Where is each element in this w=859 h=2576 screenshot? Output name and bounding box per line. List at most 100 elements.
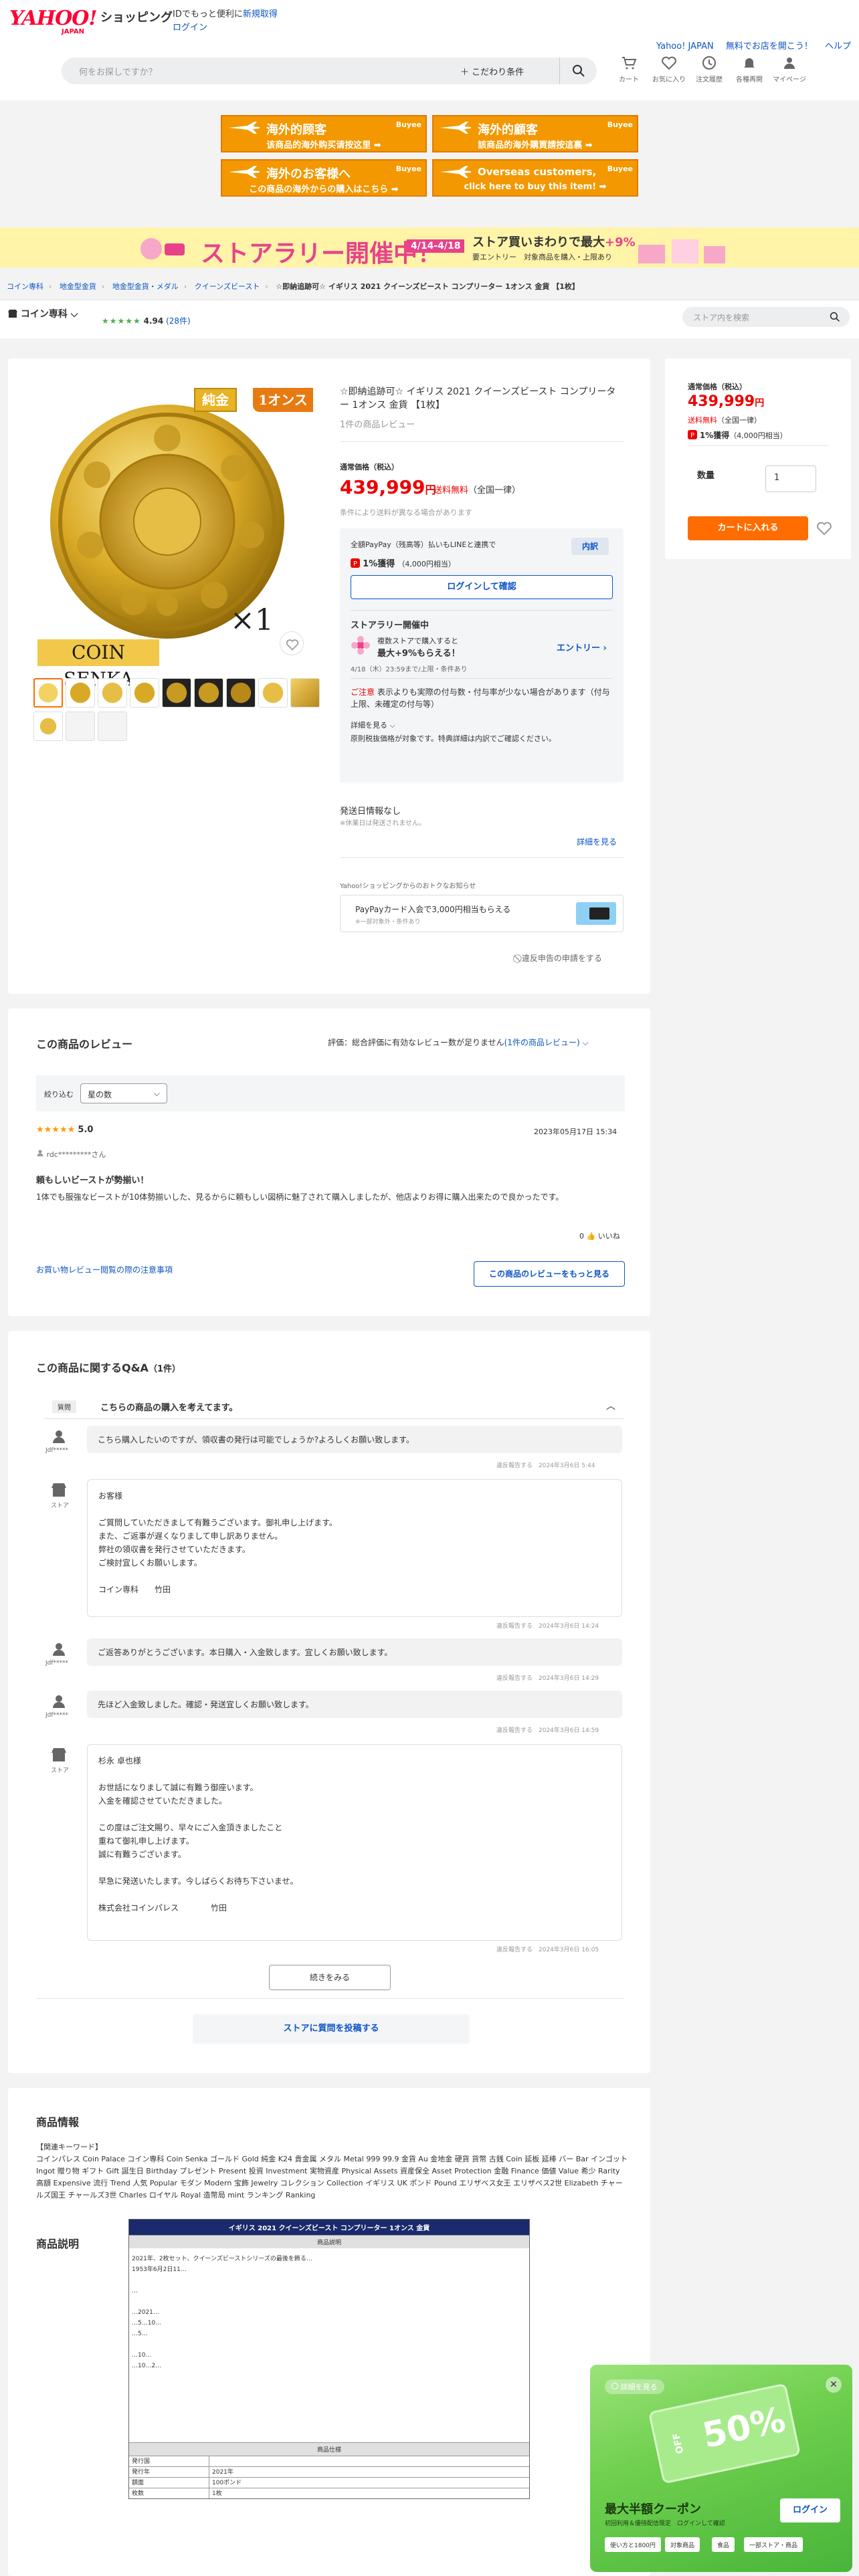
search-condition-button[interactable]: ＋ こだわり条件 bbox=[460, 65, 524, 78]
thumbnail[interactable] bbox=[98, 712, 127, 741]
store-search-input[interactable]: ストア内を検索 bbox=[682, 307, 850, 327]
points-box: 全額PayPay（残高等）払いもLINEと連携で 内訳 P 1%獲得 （4,00… bbox=[340, 528, 624, 782]
signup-link[interactable]: 新規取得 bbox=[243, 9, 278, 19]
add-to-cart-button[interactable]: カートに入れる bbox=[688, 516, 808, 540]
heart-icon[interactable] bbox=[816, 520, 832, 536]
breadcrumb-item[interactable]: 地金型金貨・メダル bbox=[112, 282, 179, 291]
reviews-summary-link[interactable]: (1件の商品レビュー) bbox=[504, 1038, 580, 1047]
thumbnail[interactable] bbox=[226, 678, 256, 708]
thumbnail[interactable] bbox=[66, 712, 95, 741]
badge-pure-gold: 純金 bbox=[194, 388, 237, 412]
divider bbox=[36, 1998, 625, 1999]
thumbnail[interactable] bbox=[98, 678, 127, 708]
qa-meta: 違反報告する 2024年3月6日 14:29 bbox=[496, 1675, 599, 1682]
history-link[interactable]: 注文履歴 bbox=[689, 55, 729, 84]
buyee-banner-ja[interactable]: 海外のお客様へ Buyee この商品の海外からの購入はこちら ➡ bbox=[221, 159, 427, 197]
continue-button[interactable]: 続きをみる bbox=[269, 1965, 391, 1990]
thumbnail[interactable] bbox=[194, 678, 223, 708]
thumbnail[interactable] bbox=[258, 678, 288, 708]
description-table: イギリス 2021 クイーンズビースト コンプリーター 1オンス 金貨 商品説明… bbox=[128, 2219, 530, 2499]
store-rally-banner[interactable]: ストアラリー開催中！ 4/14-4/18 ストア買いまわりで最大+9% 要エント… bbox=[0, 227, 859, 267]
ship-detail-link[interactable]: 詳細を見る bbox=[577, 836, 617, 847]
mypage-link[interactable]: マイページ bbox=[769, 55, 809, 84]
header-right-links: Yahoo! JAPAN 無料でお店を開こう！ ヘルプ bbox=[647, 39, 851, 51]
coupon-chip[interactable]: 対象商品 bbox=[665, 2537, 700, 2552]
more-reviews-button[interactable]: この商品のレビューをもっと見る bbox=[474, 1261, 625, 1287]
post-question-button[interactable]: ストアに質問を投稿する bbox=[193, 2014, 470, 2044]
review-rating: ★★★★★ 5.0 bbox=[36, 1125, 93, 1135]
price-note: 条件により送料が異なる場合があります bbox=[340, 508, 472, 517]
open-store-link[interactable]: 無料でお店を開こう！ bbox=[726, 41, 813, 51]
coupon-chip[interactable]: 食品 bbox=[712, 2537, 735, 2552]
rally-title: ストアラリー開催中！ bbox=[201, 240, 442, 267]
like-button[interactable]: 0 👍 いいね bbox=[579, 1230, 620, 1241]
breadcrumb-item[interactable]: クイーンズビースト bbox=[195, 282, 260, 291]
thumbnail[interactable] bbox=[66, 678, 95, 708]
login-link[interactable]: ログイン bbox=[173, 20, 207, 33]
close-icon[interactable]: ✕ bbox=[826, 2377, 842, 2393]
buyee-banner-zh-tw[interactable]: 海外的顧客 Buyee 該商品的海外購買請按這裏 ➡ bbox=[432, 115, 638, 152]
review-notice-link[interactable]: お買い物レビュー閲覧の際の注意事項 bbox=[36, 1264, 173, 1275]
coupon-popup[interactable]: 詳細を見る ✕ 50% OFF 最大半額クーポン 初回利用＆優待配信限定 ログイ… bbox=[590, 2365, 852, 2572]
store-search-placeholder: ストア内を検索 bbox=[693, 313, 750, 322]
thumbnail[interactable] bbox=[130, 678, 159, 708]
chevron-up-icon[interactable]: ︿ bbox=[606, 1399, 615, 1412]
breadcrumb: コイン専科 › 地金型金貨 › 地金型金貨・メダル › クイーンズビースト › ☆即納追… bbox=[7, 282, 579, 291]
qa-store-label: ストア bbox=[51, 1503, 70, 1509]
search-input[interactable]: 何をお探しですか？ bbox=[79, 65, 157, 78]
login-confirm-button[interactable]: ログインして確認 bbox=[351, 575, 613, 599]
ship-date-note: ※休業日は発送されません。 bbox=[340, 820, 426, 827]
notification-link[interactable]: 各種再開 bbox=[729, 55, 769, 84]
quantity-label: 数量 bbox=[697, 471, 715, 481]
side-shipping-free: 送料無料 bbox=[688, 416, 717, 425]
site-header: YAHOO! JAPAN ショッピング IDでもっと便利に新規取得 ログイン Y… bbox=[0, 0, 859, 100]
buyee-banner-en[interactable]: Overseas customers, Buyee click here to … bbox=[432, 159, 638, 197]
coupon-detail-tag[interactable]: 詳細を見る bbox=[605, 2379, 664, 2394]
qa-count: （1件） bbox=[148, 1364, 181, 1374]
coupon-chip[interactable]: 一部ストア・商品 bbox=[744, 2537, 803, 2552]
caution-head: ご注意 bbox=[351, 687, 375, 697]
thumbnail[interactable] bbox=[33, 678, 63, 708]
yahoo-logo[interactable]: YAHOO! bbox=[9, 7, 98, 30]
cart-link[interactable]: カート bbox=[609, 55, 649, 84]
side-shipping-note: （全国一律） bbox=[717, 416, 761, 425]
store-rating[interactable]: ★★★★★ 4.94 (28件) bbox=[102, 315, 191, 326]
coupon-chip[interactable]: 使い方と1800円 bbox=[605, 2537, 661, 2552]
buyee-banner-zh-cn[interactable]: 海外的顾客 Buyee 该商品的海外购买请按这里 ➡ bbox=[221, 115, 427, 152]
yahoo-japan-link[interactable]: Yahoo! JAPAN bbox=[656, 41, 714, 51]
search-button[interactable] bbox=[559, 58, 597, 84]
yahoo-logo-sub: JAPAN bbox=[62, 28, 84, 35]
breakdown-button[interactable]: 内訳 bbox=[571, 538, 609, 555]
thumbnail[interactable] bbox=[33, 712, 63, 741]
thumbnail[interactable] bbox=[290, 678, 320, 708]
coupon-login-button[interactable]: ログイン bbox=[780, 2498, 840, 2523]
airplane-icon bbox=[229, 166, 260, 178]
quantity-input[interactable]: 1 bbox=[765, 465, 816, 492]
breadcrumb-item[interactable]: コイン専科 bbox=[7, 282, 43, 291]
product-keywords: 【関連キーワード】 コインパレス Coin Palace コイン専科 Coin … bbox=[36, 2143, 628, 2199]
search-icon[interactable] bbox=[830, 312, 840, 322]
spec-key: 額面 bbox=[129, 2478, 209, 2488]
help-link[interactable]: ヘルプ bbox=[825, 41, 851, 51]
store-name-link[interactable]: コイン専科 ⌵ bbox=[8, 307, 78, 320]
favorite-button[interactable] bbox=[280, 631, 304, 655]
see-detail-link[interactable]: 詳細を見る ⌵ bbox=[351, 720, 395, 730]
product-reviews-link[interactable]: 1件の商品レビュー bbox=[340, 417, 415, 430]
favorite-link[interactable]: お気に入り bbox=[649, 55, 689, 84]
breadcrumb-item[interactable]: 地金型金貨 bbox=[60, 282, 96, 291]
thumbnail[interactable] bbox=[162, 678, 191, 708]
entry-link[interactable]: エントリー › bbox=[557, 641, 607, 653]
qa-question-header[interactable]: 質問 こちらの商品の購入を考えてます。 ︿ bbox=[44, 1395, 624, 1419]
store-review-count: (28件) bbox=[166, 316, 191, 326]
review-score: 5.0 bbox=[78, 1125, 94, 1135]
product-main-image[interactable] bbox=[33, 388, 328, 669]
desc-table-sub: 商品説明 bbox=[129, 2235, 529, 2248]
qa-title: この商品に関するQ&A（1件） bbox=[36, 1359, 181, 1375]
desc-table-title: イギリス 2021 クイーンズビースト コンプリーター 1オンス 金貨 bbox=[129, 2220, 529, 2235]
report-link[interactable]: ⃠ 違反申告の申請をする bbox=[519, 952, 602, 964]
filter-value: 星の数 bbox=[88, 1090, 112, 1099]
spec-value bbox=[209, 2456, 212, 2466]
paypay-card-banner[interactable]: PayPayカード入会で3,000円相当もらえる ※一部対象外・条件あり bbox=[340, 895, 624, 932]
shopping-title[interactable]: ショッピング bbox=[100, 8, 173, 25]
star-filter-select[interactable]: 星の数 ⌵ bbox=[80, 1083, 167, 1103]
